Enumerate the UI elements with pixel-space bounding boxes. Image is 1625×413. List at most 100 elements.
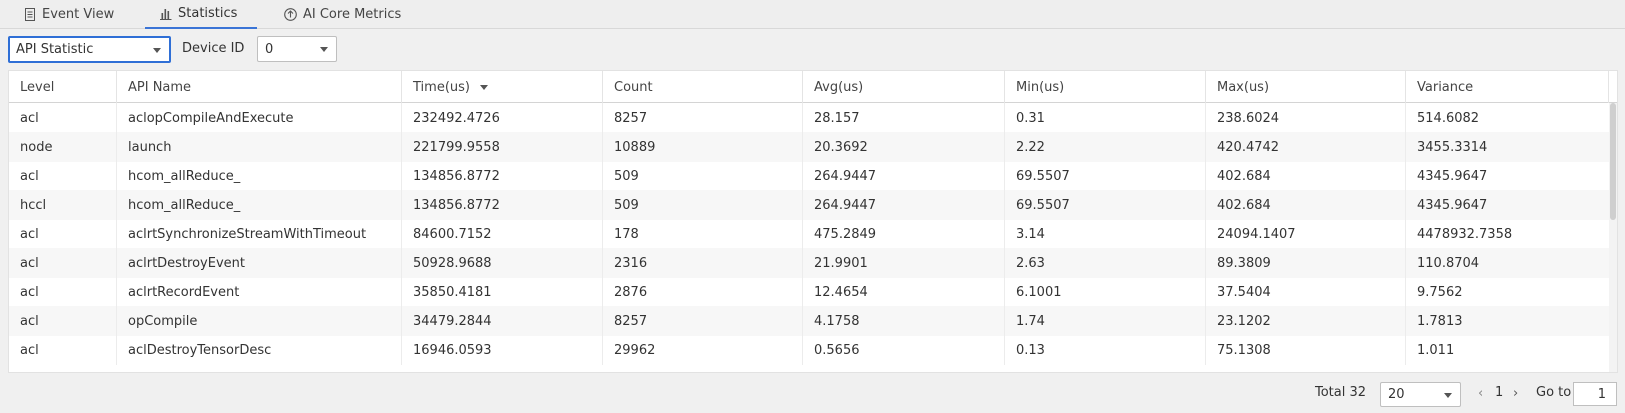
device-id-value: 0 xyxy=(265,41,274,57)
column-header-min-us[interactable]: Min(us) xyxy=(1005,71,1206,103)
sort-descending-icon[interactable] xyxy=(479,84,488,90)
tab-event-view[interactable]: Event View xyxy=(24,0,116,29)
cell-variance: 1.011 xyxy=(1417,342,1455,358)
tab-label: Statistics xyxy=(178,6,238,21)
api-statistics-table: Level API Name Time(us) Count Avg(us) Min(us)… xyxy=(8,70,1618,373)
cell-api-name: aclrtSynchronizeStreamWithTimeout xyxy=(117,219,402,249)
cell-min-us: 2.63 xyxy=(1005,248,1206,278)
table-row[interactable]: acl opCompile 34479.2844 8257 4.1758 1.74 23.1… xyxy=(9,306,1609,336)
cell-time-us: 221799.9558 xyxy=(402,132,603,162)
cell-avg-us: 4.1758 xyxy=(803,306,1005,336)
cell-time-us: 134856.8772 xyxy=(402,190,603,220)
cell-api-name: launch xyxy=(117,132,402,162)
goto-label: Go to xyxy=(1536,385,1572,400)
cell-avg-us: 12.4654 xyxy=(803,277,1005,307)
cell-time-us: 84600.7152 xyxy=(402,219,603,249)
column-header-label: Time(us) xyxy=(413,79,470,95)
cell-level: acl xyxy=(9,103,117,133)
scrollbar-thumb[interactable] xyxy=(1610,103,1616,220)
goto-page-input[interactable] xyxy=(1573,382,1617,406)
tab-ai-core-metrics[interactable]: AI Core Metrics xyxy=(284,0,401,29)
cell-min-us: 1.74 xyxy=(1005,306,1206,336)
cell-count: 2316 xyxy=(603,248,803,278)
page-size-select[interactable]: 20 xyxy=(1380,382,1461,407)
table-header: Level API Name Time(us) Count Avg(us) Min(us)… xyxy=(9,71,1617,103)
cell-min-us: 69.5507 xyxy=(1005,190,1206,220)
column-header-label: API Name xyxy=(128,79,192,95)
cell-level: acl xyxy=(9,248,117,278)
cell-api-name: opCompile xyxy=(117,306,402,336)
stat-type-select[interactable]: API Statistic xyxy=(8,36,171,63)
cell-level: hccl xyxy=(9,190,117,220)
table-row[interactable]: acl aclrtRecordEvent 35850.4181 2876 12.4654… xyxy=(9,277,1609,307)
cell-api-name: aclopCompileAndExecute xyxy=(117,103,402,133)
cell-min-us: 3.14 xyxy=(1005,219,1206,249)
cell-max-us: 238.6024 xyxy=(1206,103,1406,133)
cell-avg-us: 20.3692 xyxy=(803,132,1005,162)
cell-count: 8257 xyxy=(603,103,803,133)
vertical-scrollbar[interactable] xyxy=(1609,103,1617,372)
table-row[interactable]: acl aclDestroyTensorDesc 16946.0593 29962 0.… xyxy=(9,335,1609,365)
cell-variance: 3455.3314 xyxy=(1417,139,1488,155)
cell-max-us: 402.684 xyxy=(1206,190,1406,220)
cell-level: acl xyxy=(9,335,117,365)
cell-avg-us: 475.2849 xyxy=(803,219,1005,249)
cell-max-us: 89.3809 xyxy=(1206,248,1406,278)
column-header-count[interactable]: Count xyxy=(603,71,803,103)
tab-statistics[interactable]: Statistics xyxy=(145,0,257,29)
column-header-avg-us[interactable]: Avg(us) xyxy=(803,71,1005,103)
cell-max-us: 75.1308 xyxy=(1206,335,1406,365)
column-header-level[interactable]: Level xyxy=(9,71,117,103)
cell-variance: 514.6082 xyxy=(1417,110,1480,126)
cell-time-us: 134856.8772 xyxy=(402,161,603,191)
column-header-label: Max(us) xyxy=(1217,79,1270,95)
cell-avg-us: 21.9901 xyxy=(803,248,1005,278)
cell-count: 10889 xyxy=(603,132,803,162)
cell-level: acl xyxy=(9,219,117,249)
cell-time-us: 34479.2844 xyxy=(402,306,603,336)
cell-count: 509 xyxy=(603,190,803,220)
chevron-down-icon xyxy=(320,47,328,52)
device-id-select[interactable]: 0 xyxy=(257,36,337,62)
cell-api-name: hcom_allReduce_ xyxy=(117,161,402,191)
total-count: Total 32 xyxy=(1315,385,1367,400)
tab-label: AI Core Metrics xyxy=(303,7,402,22)
cell-min-us: 6.1001 xyxy=(1005,277,1206,307)
table-row[interactable]: hccl hcom_allReduce_ 134856.8772 509 264.944… xyxy=(9,190,1609,220)
prev-page-button[interactable]: ‹ xyxy=(1478,386,1483,401)
stat-type-value: API Statistic xyxy=(16,42,94,57)
cell-level: acl xyxy=(9,306,117,336)
column-header-max-us[interactable]: Max(us) xyxy=(1206,71,1406,103)
cell-time-us: 16946.0593 xyxy=(402,335,603,365)
table-row[interactable]: acl hcom_allReduce_ 134856.8772 509 264.9447… xyxy=(9,161,1609,191)
cell-api-name: aclrtDestroyEvent xyxy=(117,248,402,278)
table-row[interactable]: acl aclrtSynchronizeStreamWithTimeout 8460… xyxy=(9,219,1609,249)
cell-variance: 4345.9647 xyxy=(1417,197,1488,213)
cell-avg-us: 264.9447 xyxy=(803,161,1005,191)
cell-time-us: 50928.9688 xyxy=(402,248,603,278)
column-header-label: Count xyxy=(614,79,653,95)
table-row[interactable]: node launch 221799.9558 10889 20.3692 2.22 420… xyxy=(9,132,1609,162)
cell-time-us: 232492.4726 xyxy=(402,103,603,133)
column-header-api-name[interactable]: API Name xyxy=(117,71,402,103)
document-icon xyxy=(24,8,36,21)
next-page-button[interactable]: › xyxy=(1513,386,1518,401)
cell-avg-us: 28.157 xyxy=(803,103,1005,133)
cell-variance: 110.8704 xyxy=(1417,255,1480,271)
table-row[interactable]: acl aclopCompileAndExecute 232492.4726 8257… xyxy=(9,103,1609,133)
cell-variance: 9.7562 xyxy=(1417,284,1463,300)
column-header-variance[interactable]: Variance xyxy=(1406,71,1609,103)
cell-avg-us: 0.5656 xyxy=(803,335,1005,365)
cell-min-us: 2.22 xyxy=(1005,132,1206,162)
current-page[interactable]: 1 xyxy=(1495,385,1503,400)
cell-max-us: 402.684 xyxy=(1206,161,1406,191)
cell-avg-us: 264.9447 xyxy=(803,190,1005,220)
page-size-value: 20 xyxy=(1388,387,1405,402)
chevron-down-icon xyxy=(153,47,161,53)
cell-level: node xyxy=(9,132,117,162)
table-row[interactable]: acl aclrtDestroyEvent 50928.9688 2316 21.990… xyxy=(9,248,1609,278)
column-header-label: Min(us) xyxy=(1016,79,1065,95)
column-header-label: Level xyxy=(20,79,55,95)
tab-bar: Event View Statistics AI Core Metrics xyxy=(0,0,1625,29)
column-header-time-us[interactable]: Time(us) xyxy=(402,71,603,103)
